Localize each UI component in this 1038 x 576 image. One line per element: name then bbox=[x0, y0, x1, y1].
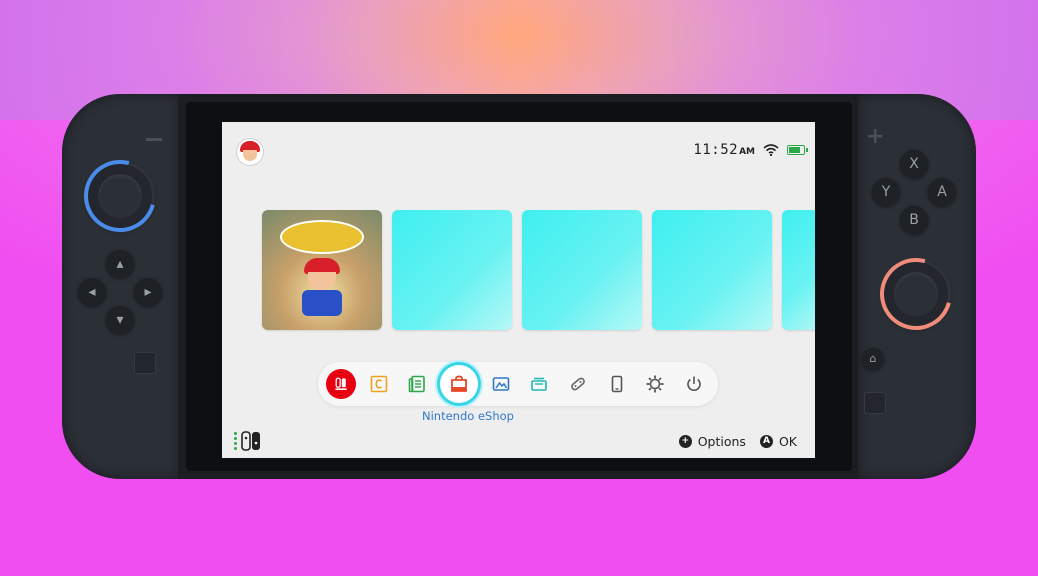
wifi-icon bbox=[763, 144, 779, 156]
ok-hint[interactable]: A OK bbox=[759, 434, 797, 449]
minus-button[interactable] bbox=[146, 138, 162, 141]
smart-device-button[interactable] bbox=[601, 368, 633, 400]
album-button[interactable] bbox=[485, 368, 517, 400]
chat-c-icon bbox=[370, 375, 387, 393]
clock: 11:52AM bbox=[693, 142, 755, 158]
news-icon bbox=[409, 375, 426, 393]
nintendo-switch-online-button[interactable] bbox=[326, 369, 356, 399]
system-settings-button[interactable] bbox=[639, 368, 671, 400]
capture-button[interactable] bbox=[134, 352, 156, 374]
button-hints: + Options A OK bbox=[678, 434, 797, 449]
user-avatar[interactable] bbox=[236, 138, 264, 166]
empty-game-slot[interactable] bbox=[652, 210, 772, 330]
right-joycon: + X Y A B ⌂ bbox=[858, 94, 976, 479]
status-bar: 11:52AM bbox=[693, 142, 808, 158]
online-icon bbox=[335, 377, 347, 390]
game-logo bbox=[280, 220, 364, 254]
power-button[interactable] bbox=[678, 368, 710, 400]
joycon-pair-icon bbox=[241, 431, 260, 451]
dpad-right-button[interactable]: ▸ bbox=[134, 278, 162, 306]
right-stick[interactable] bbox=[866, 244, 966, 344]
power-icon bbox=[687, 376, 701, 391]
eshop-bag-icon bbox=[451, 375, 467, 392]
home-button[interactable]: ⌂ bbox=[862, 348, 884, 370]
b-button[interactable]: B bbox=[900, 206, 928, 234]
dpad-down-button[interactable]: ▾ bbox=[106, 306, 134, 334]
home-screen: 11:52AM Nintendo eShop + Options A OK bbox=[222, 122, 815, 458]
news-button[interactable] bbox=[401, 368, 433, 400]
nintendo-eshop-button[interactable] bbox=[439, 365, 478, 403]
left-joycon: ▴ ◂ ▸ ▾ bbox=[62, 94, 180, 479]
x-button[interactable]: X bbox=[900, 150, 928, 178]
a-button[interactable]: A bbox=[928, 178, 956, 206]
game-row bbox=[262, 210, 815, 330]
dock bbox=[318, 362, 718, 406]
game-art bbox=[300, 258, 344, 316]
controller-icon bbox=[571, 377, 585, 391]
selected-dock-label: Nintendo eShop bbox=[422, 409, 514, 423]
options-label: Options bbox=[697, 434, 746, 449]
smartphone-icon bbox=[611, 375, 622, 393]
game-chat-button[interactable] bbox=[363, 368, 395, 400]
plus-key-icon: + bbox=[678, 435, 692, 448]
c-button[interactable] bbox=[864, 392, 886, 414]
a-key-icon: A bbox=[759, 435, 773, 448]
empty-game-slot[interactable] bbox=[392, 210, 512, 330]
virtual-game-cards-button[interactable] bbox=[523, 368, 555, 400]
game-card-icon bbox=[531, 377, 548, 391]
album-icon bbox=[492, 377, 509, 391]
empty-game-slot[interactable] bbox=[522, 210, 642, 330]
gear-icon bbox=[646, 375, 664, 393]
battery-charging-icon bbox=[787, 145, 808, 155]
plus-button[interactable]: + bbox=[866, 124, 884, 149]
dpad-up-button[interactable]: ▴ bbox=[106, 250, 134, 278]
controller-status bbox=[234, 431, 262, 451]
empty-game-slot[interactable] bbox=[782, 210, 815, 330]
options-hint[interactable]: + Options bbox=[678, 434, 746, 449]
dpad-left-button[interactable]: ◂ bbox=[78, 278, 106, 306]
left-stick[interactable] bbox=[70, 146, 170, 246]
controllers-button[interactable] bbox=[562, 368, 594, 400]
ok-label: OK bbox=[778, 434, 797, 449]
player-indicator-dots bbox=[234, 432, 237, 450]
y-button[interactable]: Y bbox=[872, 178, 900, 206]
game-tile-mario-kart-world[interactable] bbox=[262, 210, 382, 330]
